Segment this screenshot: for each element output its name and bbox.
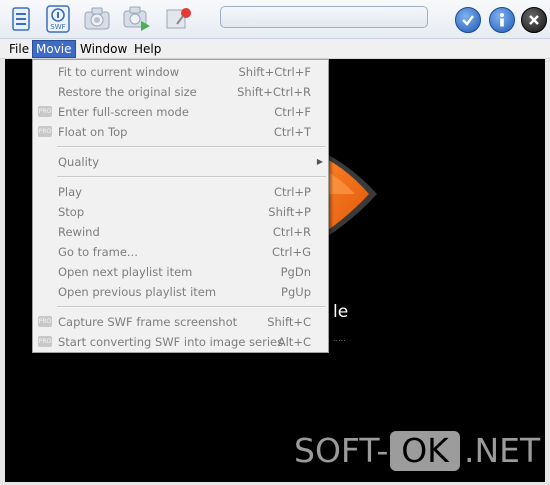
menubar: File Movie Window Help: [0, 39, 550, 59]
background-text: le: [333, 302, 349, 322]
toolbar: SWF: [0, 0, 550, 39]
menu-item-fullscreen[interactable]: PRO Enter full-screen mode Ctrl+F: [33, 102, 328, 122]
menu-movie[interactable]: Movie: [32, 40, 76, 58]
camera-play-icon[interactable]: [122, 4, 152, 34]
info-icon[interactable]: [489, 7, 515, 33]
bookmark-pin-icon[interactable]: [164, 4, 194, 34]
menu-separator: [57, 146, 326, 148]
pro-badge-icon: PRO: [38, 336, 52, 347]
playlist-icon[interactable]: [6, 4, 36, 34]
menu-item-convert-image-series[interactable]: PRO Start converting SWF into image seri…: [33, 332, 328, 352]
watermark-right: .NET: [464, 431, 541, 470]
menu-item-restore-size[interactable]: Restore the original size Shift+Ctrl+R: [33, 82, 328, 102]
search-input[interactable]: [220, 6, 428, 28]
menu-item-float-on-top[interactable]: PRO Float on Top Ctrl+T: [33, 122, 328, 142]
menu-item-fit-window[interactable]: Fit to current window Shift+Ctrl+F: [33, 62, 328, 82]
watermark-left: SOFT-: [294, 431, 389, 470]
menu-item-play[interactable]: Play Ctrl+P: [33, 182, 328, 202]
menu-item-capture-screenshot[interactable]: PRO Capture SWF frame screenshot Shift+C: [33, 312, 328, 332]
menu-item-quality[interactable]: Quality ▶: [33, 152, 328, 172]
menu-item-stop[interactable]: Stop Shift+P: [33, 202, 328, 222]
menu-item-rewind[interactable]: Rewind Ctrl+R: [33, 222, 328, 242]
submenu-arrow-icon: ▶: [316, 157, 323, 166]
menu-separator: [57, 176, 326, 178]
menu-item-go-to-frame[interactable]: Go to frame... Ctrl+G: [33, 242, 328, 262]
menu-file[interactable]: File: [6, 41, 32, 57]
camera-icon[interactable]: [82, 4, 112, 34]
pro-badge-icon: PRO: [38, 126, 52, 137]
pro-badge-icon: PRO: [38, 106, 52, 117]
menu-separator: [57, 306, 326, 308]
menu-window[interactable]: Window: [77, 41, 130, 57]
swf-label: SWF: [50, 23, 65, 31]
background-dots: .....: [333, 334, 346, 343]
menu-item-previous-playlist[interactable]: Open previous playlist item PgUp: [33, 282, 328, 302]
menu-item-next-playlist[interactable]: Open next playlist item PgDn: [33, 262, 328, 282]
menu-help[interactable]: Help: [131, 41, 164, 57]
close-icon[interactable]: [521, 7, 547, 33]
check-icon[interactable]: [455, 7, 481, 33]
swf-info-icon[interactable]: SWF: [43, 4, 73, 34]
movie-menu-dropdown: Fit to current window Shift+Ctrl+F Resto…: [32, 59, 329, 353]
pro-badge-icon: PRO: [38, 316, 52, 327]
watermark-boxed: OK: [390, 431, 460, 471]
